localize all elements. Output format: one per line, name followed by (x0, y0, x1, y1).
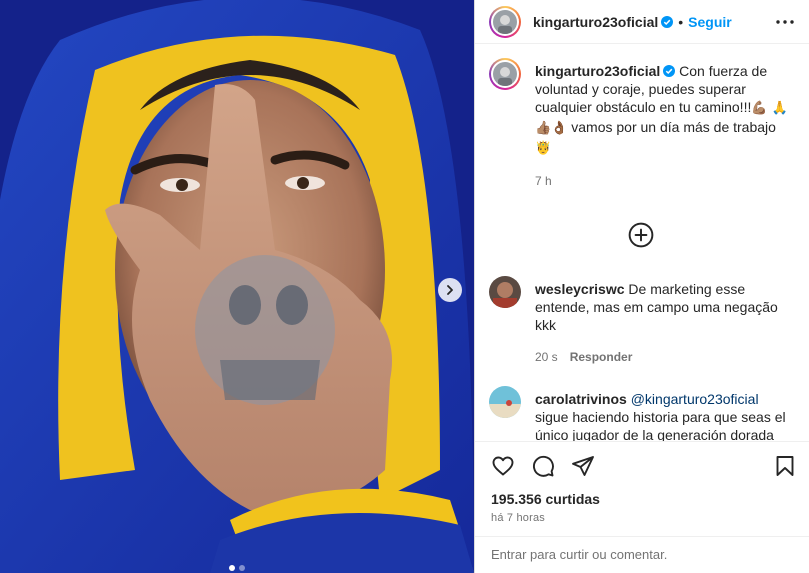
author-username[interactable]: kingarturo23oficial (533, 14, 658, 30)
heart-icon[interactable] (491, 454, 515, 478)
caption-text-2: vamos por un día más de trabajo (567, 119, 776, 135)
post-media[interactable] (0, 0, 474, 573)
post-side-panel: kingarturo23oficial • Seguir kingarturo2… (474, 0, 809, 573)
carousel-dot-active (229, 565, 235, 571)
caption-time[interactable]: 7 h (535, 172, 552, 190)
plus-circle-icon[interactable] (628, 222, 654, 248)
carousel-dot (239, 565, 245, 571)
comments-section[interactable]: kingarturo23oficial Con fuerza de volunt… (475, 44, 809, 441)
comment-text: sigue haciendo historia para que seas el… (535, 409, 786, 441)
instagram-post: kingarturo23oficial • Seguir kingarturo2… (0, 0, 809, 573)
author-avatar[interactable] (489, 5, 521, 38)
carousel-dots (0, 565, 474, 571)
comment-bubble-icon[interactable] (531, 454, 555, 478)
post-actions (475, 440, 809, 491)
more-options-icon (776, 19, 794, 24)
verified-badge-icon (661, 15, 674, 28)
more-options-button[interactable] (773, 10, 797, 34)
load-more-comments (489, 222, 793, 248)
comment-username[interactable]: carolatrivinos (535, 391, 627, 407)
carousel-next-button[interactable] (438, 278, 462, 302)
comment-item: carolatrivinos @kingarturo23oficial sigu… (489, 386, 793, 441)
comment-time[interactable]: 20 s (535, 348, 558, 366)
caption-username[interactable]: kingarturo23oficial (535, 63, 660, 79)
header-separator: • (678, 13, 684, 30)
commenter-avatar[interactable] (489, 386, 521, 418)
commenter-avatar[interactable] (489, 276, 521, 308)
verified-badge-icon (663, 65, 676, 77)
post-photo (0, 0, 474, 573)
caption-emoji-1: 💪🏽 (751, 101, 768, 116)
caption-emoji-3: 🤴 (535, 141, 552, 156)
reply-button[interactable]: Responder (570, 348, 633, 366)
follow-button[interactable]: Seguir (688, 14, 732, 30)
comment-item: wesleycriswc De marketing esse entende, … (489, 276, 793, 366)
paper-plane-icon[interactable] (571, 454, 595, 478)
comment-mention[interactable]: @kingarturo23oficial (631, 391, 759, 407)
chevron-right-icon (447, 285, 453, 295)
caption-author-avatar[interactable] (489, 58, 521, 90)
post-timestamp[interactable]: há 7 horas (475, 508, 809, 528)
login-to-comment[interactable]: Entrar para curtir ou comentar. (475, 535, 809, 573)
likes-count[interactable]: 195.356 curtidas (475, 491, 809, 508)
bookmark-icon[interactable] (773, 454, 797, 478)
comment-username[interactable]: wesleycriswc (535, 281, 625, 297)
post-caption: kingarturo23oficial Con fuerza de volunt… (489, 58, 793, 190)
post-header: kingarturo23oficial • Seguir (475, 0, 809, 44)
